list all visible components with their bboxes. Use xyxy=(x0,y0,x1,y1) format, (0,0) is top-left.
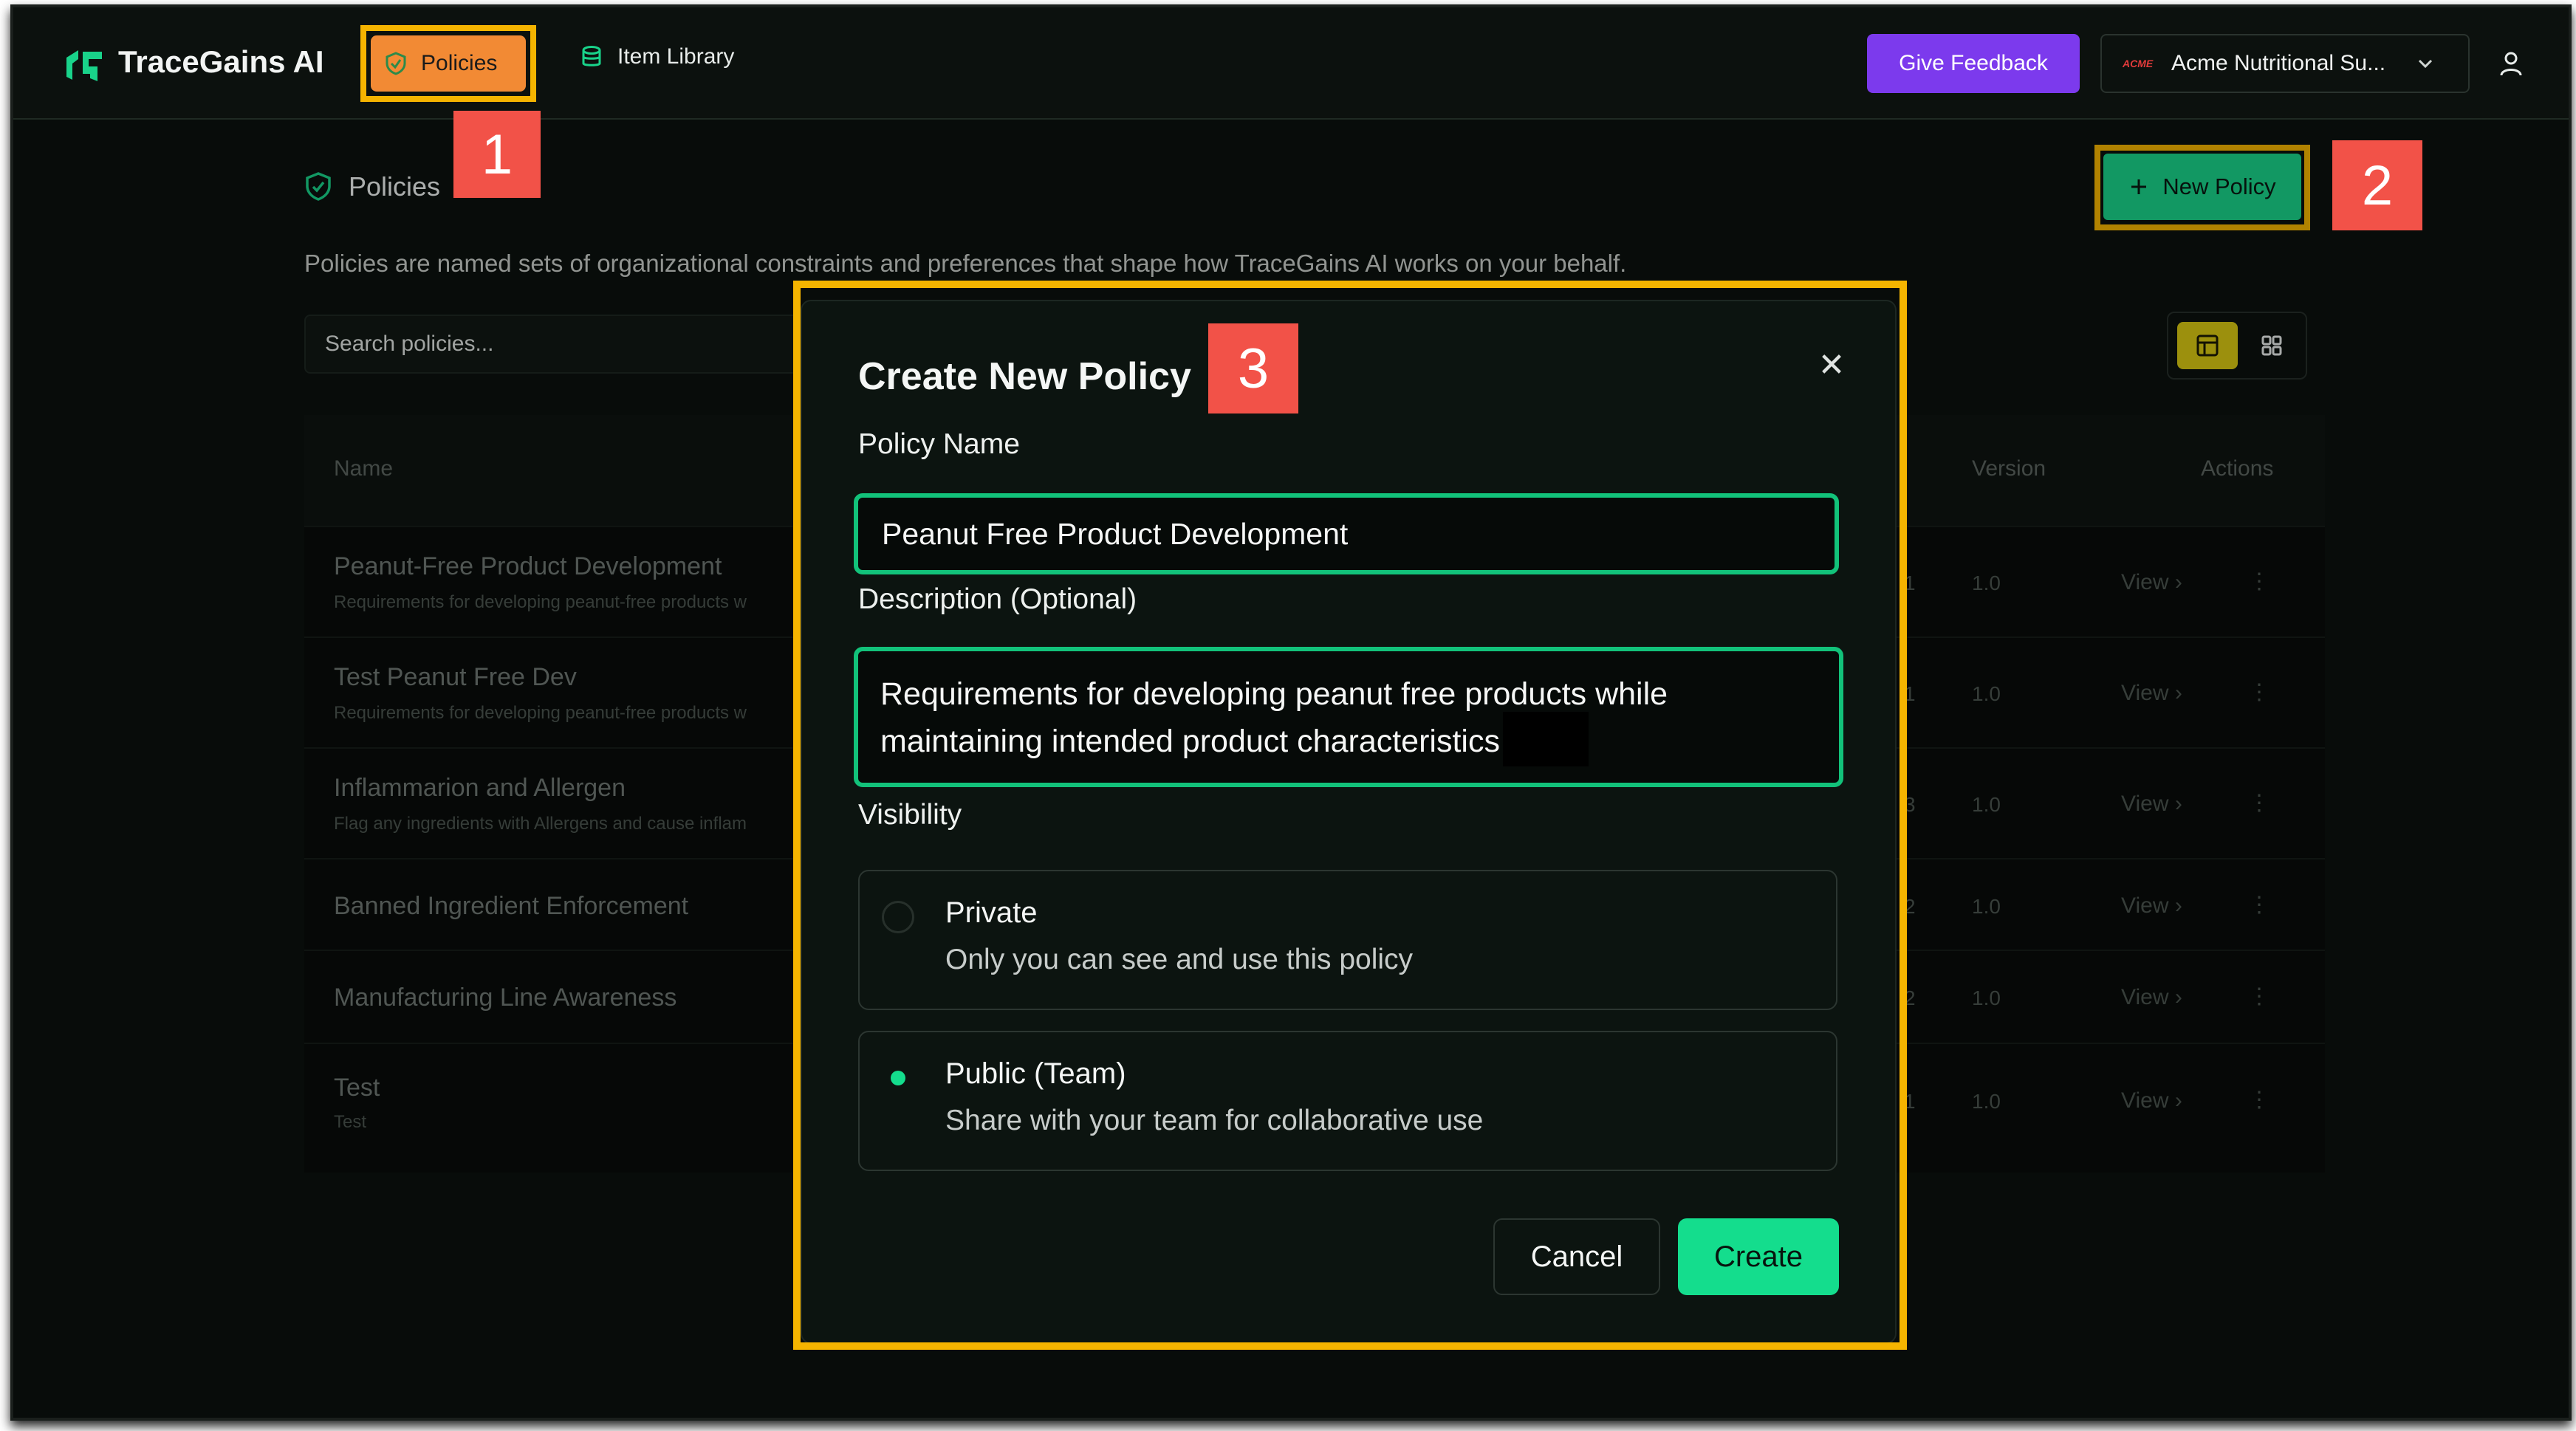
highlight-box-dialog xyxy=(793,281,1907,1350)
org-name: Acme Nutritional Su... xyxy=(2171,51,2386,75)
nav-policies-label: Policies xyxy=(421,51,498,75)
database-icon xyxy=(582,46,601,66)
chevron-down-icon xyxy=(2418,59,2433,69)
screenshot-frame: TraceGains AI Policies Item Library Give… xyxy=(0,0,2576,1431)
nav-policies-link[interactable]: Policies xyxy=(371,35,526,92)
give-feedback-button[interactable]: Give Feedback xyxy=(1867,34,2080,93)
app-window: TraceGains AI Policies Item Library Give… xyxy=(10,4,2572,1421)
step-badge-1: 1 xyxy=(453,111,541,198)
brand-name: TraceGains AI xyxy=(118,44,324,79)
top-navbar: TraceGains AI Policies Item Library Give… xyxy=(13,7,2569,120)
nav-item-library-label: Item Library xyxy=(617,44,735,69)
shield-check-icon xyxy=(386,52,406,75)
org-logo: ACME xyxy=(2123,58,2154,69)
tracegains-logo-icon xyxy=(66,50,102,81)
step-badge-2: 2 xyxy=(2332,140,2422,230)
organization-selector[interactable]: ACME Acme Nutritional Su... xyxy=(2100,34,2470,93)
user-account-icon[interactable] xyxy=(2499,50,2523,77)
nav-item-library-link[interactable]: Item Library xyxy=(580,44,734,69)
step-badge-3: 3 xyxy=(1208,323,1298,413)
